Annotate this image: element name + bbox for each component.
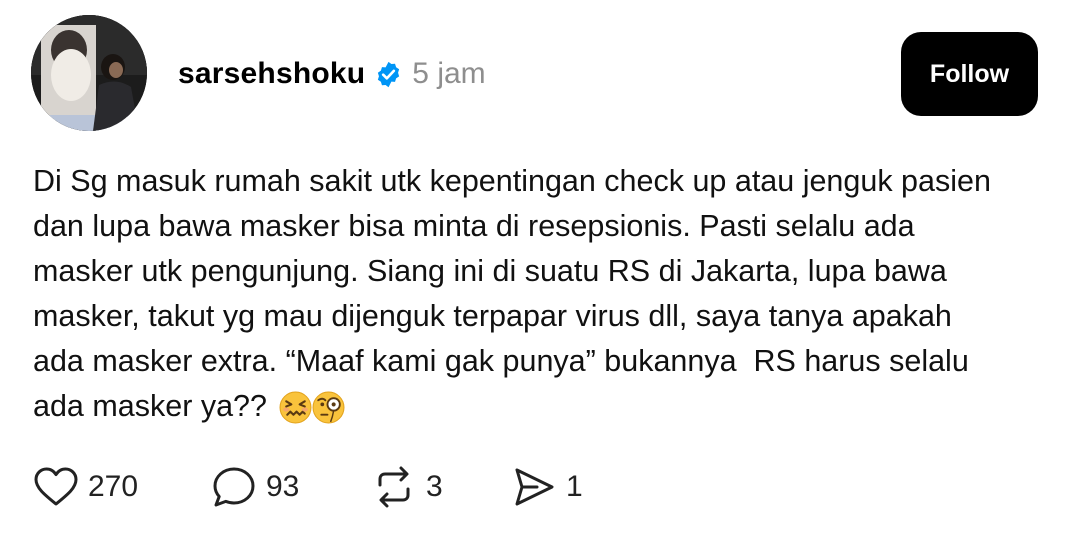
- like-button[interactable]: 270: [33, 466, 211, 508]
- follow-button[interactable]: Follow: [901, 32, 1038, 116]
- author-row: sarsehshoku 5 jam: [178, 52, 486, 96]
- heart-icon: [34, 467, 78, 506]
- like-count: 270: [88, 470, 139, 503]
- post-timestamp: 5 jam: [412, 57, 486, 90]
- share-count: 1: [566, 470, 583, 503]
- comment-button[interactable]: 93: [211, 465, 371, 509]
- avatar-image: [31, 15, 147, 131]
- post-emojis: [279, 391, 345, 436]
- send-icon: [515, 468, 554, 506]
- comment-count: 93: [266, 470, 300, 503]
- face-with-monocle-emoji: [312, 391, 345, 424]
- author-avatar[interactable]: [31, 15, 147, 131]
- post-actions: 270 93 3 1: [33, 462, 611, 512]
- verified-badge-icon: [374, 60, 403, 89]
- confounded-face-emoji: [279, 391, 312, 424]
- repost-icon: [378, 466, 410, 508]
- share-button[interactable]: 1: [511, 465, 611, 509]
- post-body: Di Sg masuk rumah sakit utk kepentingan …: [33, 159, 1043, 436]
- post-text: Di Sg masuk rumah sakit utk kepentingan …: [33, 164, 991, 423]
- repost-count: 3: [426, 470, 443, 503]
- author-username[interactable]: sarsehshoku: [178, 57, 365, 91]
- comment-icon: [213, 467, 255, 507]
- repost-button[interactable]: 3: [371, 465, 511, 509]
